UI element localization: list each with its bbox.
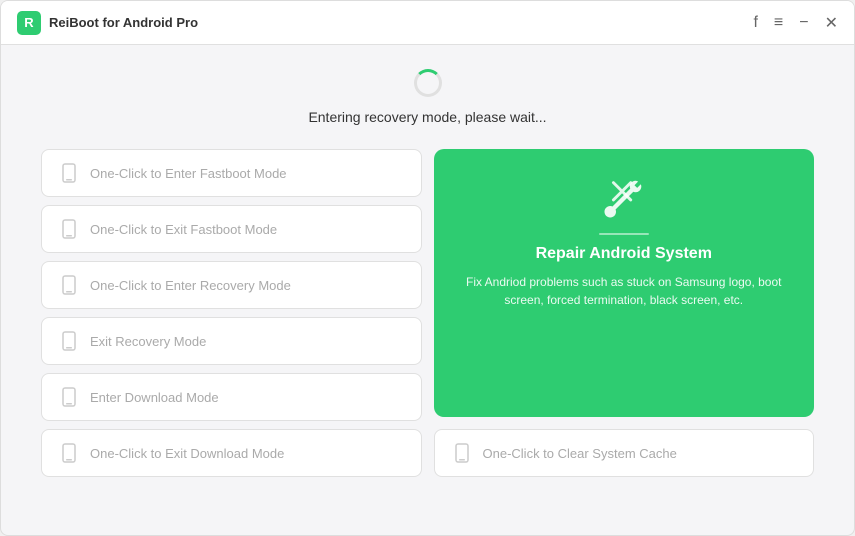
- phone-icon-4: [58, 330, 80, 352]
- exit-fastboot-button[interactable]: One-Click to Exit Fastboot Mode: [41, 205, 422, 253]
- facebook-icon[interactable]: f: [753, 14, 757, 32]
- exit-recovery-label: Exit Recovery Mode: [90, 334, 206, 349]
- enter-recovery-label: One-Click to Enter Recovery Mode: [90, 278, 291, 293]
- logo-icon: R: [17, 11, 41, 35]
- close-icon[interactable]: ✕: [825, 13, 838, 33]
- exit-download-label: One-Click to Exit Download Mode: [90, 446, 284, 461]
- repair-icon: [599, 173, 649, 223]
- phone-icon-7: [451, 442, 473, 464]
- enter-download-button[interactable]: Enter Download Mode: [41, 373, 422, 421]
- title-bar: R ReiBoot for Android Pro f ≡ − ✕: [1, 1, 854, 45]
- left-column: One-Click to Enter Fastboot Mode One-Cli…: [41, 149, 422, 477]
- phone-icon-6: [58, 442, 80, 464]
- clear-cache-button[interactable]: One-Click to Clear System Cache: [434, 429, 815, 477]
- exit-recovery-button[interactable]: Exit Recovery Mode: [41, 317, 422, 365]
- minimize-icon[interactable]: −: [799, 14, 808, 32]
- repair-card-divider: [599, 233, 649, 235]
- phone-icon-2: [58, 218, 80, 240]
- phone-icon-5: [58, 386, 80, 408]
- phone-icon-3: [58, 274, 80, 296]
- app-title: ReiBoot for Android Pro: [49, 15, 198, 30]
- repair-android-card[interactable]: Repair Android System Fix Andriod proble…: [434, 149, 815, 417]
- repair-card-title: Repair Android System: [536, 245, 712, 263]
- enter-fastboot-button[interactable]: One-Click to Enter Fastboot Mode: [41, 149, 422, 197]
- right-column: Repair Android System Fix Andriod proble…: [434, 149, 815, 477]
- enter-download-label: Enter Download Mode: [90, 390, 219, 405]
- phone-icon-1: [58, 162, 80, 184]
- window-controls: f ≡ − ✕: [753, 13, 838, 33]
- main-content: One-Click to Enter Fastboot Mode One-Cli…: [1, 141, 854, 535]
- enter-fastboot-label: One-Click to Enter Fastboot Mode: [90, 166, 287, 181]
- menu-icon[interactable]: ≡: [774, 14, 783, 32]
- app-logo: R ReiBoot for Android Pro: [17, 11, 198, 35]
- exit-fastboot-label: One-Click to Exit Fastboot Mode: [90, 222, 277, 237]
- enter-recovery-button[interactable]: One-Click to Enter Recovery Mode: [41, 261, 422, 309]
- status-bar: Entering recovery mode, please wait...: [1, 45, 854, 141]
- app-window: R ReiBoot for Android Pro f ≡ − ✕ Enteri…: [0, 0, 855, 536]
- spinner-container: [410, 65, 446, 101]
- status-text: Entering recovery mode, please wait...: [308, 109, 546, 125]
- exit-download-button[interactable]: One-Click to Exit Download Mode: [41, 429, 422, 477]
- loading-spinner: [414, 69, 442, 97]
- clear-cache-label: One-Click to Clear System Cache: [483, 446, 677, 461]
- repair-card-description: Fix Andriod problems such as stuck on Sa…: [454, 273, 795, 309]
